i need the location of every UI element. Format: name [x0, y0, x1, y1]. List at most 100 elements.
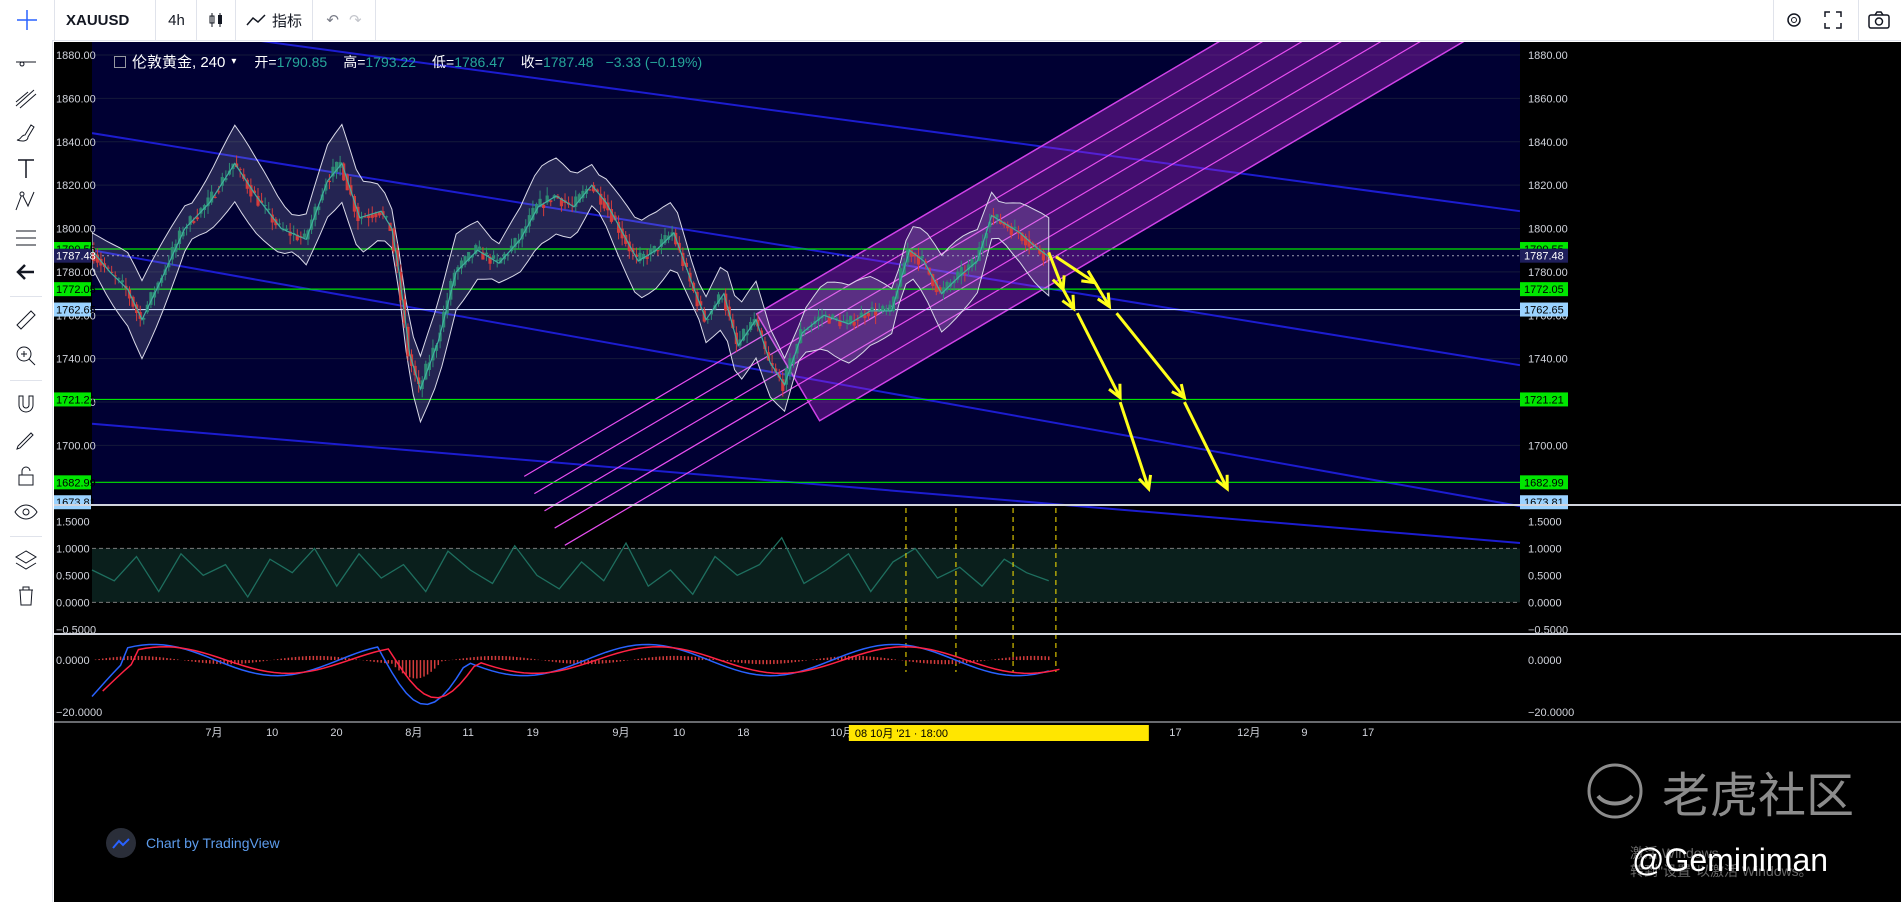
price-badge-label: 1787.48	[1524, 251, 1564, 263]
price-tick-label: 1780.00	[56, 267, 96, 279]
candle	[195, 217, 199, 220]
close-label: 收=	[520, 53, 543, 70]
macd-tick-label: 0.0000	[1528, 655, 1562, 667]
snapshot-button[interactable]	[1858, 0, 1899, 40]
candle	[217, 191, 221, 193]
tradingview-label: Chart by TradingView	[146, 835, 280, 851]
text-tool-icon[interactable]	[14, 156, 38, 180]
candle	[831, 314, 835, 318]
candle	[866, 313, 871, 317]
candle	[477, 246, 481, 251]
candle	[267, 208, 271, 210]
channel-tool-icon[interactable]	[14, 86, 38, 110]
toolbar-divider	[10, 536, 42, 537]
low-label: 低=	[432, 53, 455, 70]
price-tick-label: 1740.00	[1528, 354, 1568, 366]
time-tick-label: 7月	[205, 727, 222, 739]
indicators-button[interactable]: 指标	[236, 0, 313, 40]
time-tick-label: 9	[1301, 727, 1307, 739]
pencil-lock-icon[interactable]	[14, 428, 38, 452]
trash-icon[interactable]	[14, 584, 38, 608]
magnet-icon[interactable]	[14, 392, 38, 416]
lock-icon[interactable]	[14, 464, 38, 488]
collapse-legend-icon[interactable]	[114, 55, 126, 68]
main-price-pane: 1880.00 1860.00 1840.00 1820.00 1800.00 1780.…	[54, 0, 1901, 546]
price-tick-label: 1820.00	[56, 180, 96, 192]
legend-title[interactable]: 伦敦黄金, 240	[132, 51, 225, 72]
osc-tick-label: 0.5000	[56, 570, 90, 582]
time-tick-label: 10	[266, 727, 278, 739]
chart-container[interactable]: 1880.00 1860.00 1840.00 1820.00 1800.00 1780.…	[54, 0, 1901, 902]
price-badge-label: 1682.99	[56, 477, 96, 489]
candle	[213, 196, 217, 198]
layers-icon[interactable]	[14, 548, 38, 572]
fullscreen-button[interactable]	[1813, 0, 1853, 40]
right-price-axis	[1520, 42, 1901, 504]
price-badge-label: 1721.21	[56, 394, 96, 406]
price-tick-label: 1880.00	[1528, 50, 1568, 62]
osc-tick-label: 1.0000	[56, 543, 90, 555]
price-badge-label: 1682.99	[1524, 477, 1564, 489]
pattern-tool-icon[interactable]	[14, 190, 38, 214]
chart-type-button[interactable]	[197, 0, 236, 40]
windows-activation-notice: 激活 Windows 转到"设置"以激活 Windows。	[1630, 844, 1813, 880]
price-badge-label: 1787.48	[56, 251, 96, 263]
indicators-label: 指标	[271, 12, 302, 30]
time-tick-label: 10	[673, 727, 685, 739]
interval-button[interactable]: 4h	[157, 0, 197, 40]
redo-icon[interactable]: ↷	[349, 11, 362, 29]
price-tick-label: 1860.00	[1528, 93, 1568, 105]
ruler-icon[interactable]	[14, 308, 38, 332]
tradingview-badge[interactable]: Chart by TradingView	[106, 828, 280, 858]
trend-line-tool-icon[interactable]	[14, 50, 38, 74]
oscillator-band	[92, 548, 1520, 603]
price-tick-label: 1740.00	[56, 354, 96, 366]
zoom-in-icon[interactable]	[14, 344, 38, 368]
candle	[888, 304, 892, 311]
eye-icon[interactable]	[14, 500, 38, 524]
price-tick-label: 1860.00	[56, 93, 96, 105]
windows-activation-line2: 转到"设置"以激活 Windows。	[1630, 863, 1813, 879]
time-tick-label: 11	[462, 727, 473, 739]
high-label: 高=	[343, 53, 366, 70]
candle	[874, 310, 878, 316]
crosshair-tool[interactable]	[0, 0, 55, 40]
settings-button[interactable]	[1773, 0, 1814, 40]
change-value: −3.33 (−0.19%)	[605, 53, 703, 70]
back-arrow-icon[interactable]	[14, 260, 38, 284]
candle	[492, 255, 496, 259]
osc-tick-label: 1.5000	[56, 516, 90, 528]
candle	[192, 221, 196, 223]
fib-tool-icon[interactable]	[14, 226, 38, 250]
laohu-watermark: 老虎社区	[1586, 756, 1854, 826]
price-badge-label: 1762.65	[56, 305, 96, 317]
symbol-search[interactable]: XAUUSD	[54, 0, 156, 40]
candles-icon	[209, 13, 222, 27]
price-tick-label: 1820.00	[1528, 180, 1568, 192]
osc-tick-label: 1.5000	[1528, 516, 1562, 528]
macd-tick-label: −20.0000	[1528, 707, 1574, 719]
osc-tick-label: 1.0000	[1528, 543, 1562, 555]
candle	[845, 319, 849, 323]
watermark-text: 老虎社区	[1662, 768, 1855, 824]
gear-icon	[1787, 13, 1801, 27]
price-tick-label: 1880.00	[56, 50, 96, 62]
price-tick-label: 1700.00	[1528, 440, 1568, 452]
top-toolbar: XAUUSD 4h 指标 ↶ ↷	[0, 0, 1901, 41]
time-tick-label: 17	[1362, 727, 1374, 739]
highlighted-date-label: 08 10月 '21 · 18:00	[855, 728, 948, 740]
candle	[370, 214, 374, 218]
undo-icon[interactable]: ↶	[326, 11, 339, 29]
price-badge-label: 1673.81	[56, 497, 96, 509]
brush-tool-icon[interactable]	[14, 120, 38, 144]
low-value: 1786.47	[454, 53, 505, 70]
time-tick-label: 19	[527, 727, 539, 739]
legend-dropdown-icon[interactable]: ▾	[231, 56, 236, 67]
macd-tick-label: 0.0000	[56, 655, 90, 667]
candle	[863, 315, 867, 319]
price-badge-label: 1772.05	[1524, 284, 1564, 296]
price-tick-label: 1780.00	[1528, 267, 1568, 279]
toolbar-divider	[10, 380, 42, 381]
candle	[881, 305, 885, 311]
ohlc-legend: 伦敦黄金, 240 ▾ 开= 1790.85 高= 1793.22 低= 1786.4…	[114, 51, 702, 72]
